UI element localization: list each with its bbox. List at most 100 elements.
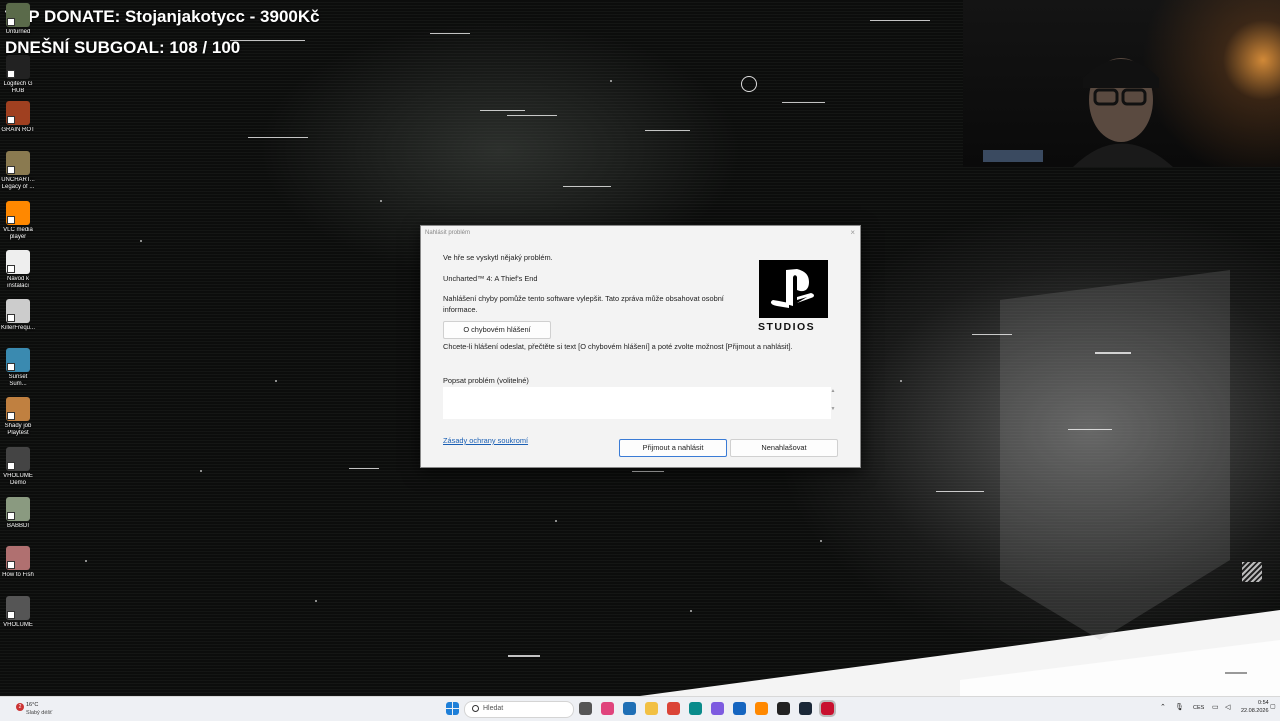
desktop-icon-label: Logitech G: [3, 81, 33, 87]
app-icon: [6, 3, 30, 27]
shortcut-arrow-icon: [7, 18, 15, 26]
language-indicator[interactable]: CES: [1193, 705, 1204, 711]
clock-time[interactable]: 0:54: [1258, 700, 1269, 706]
taskbar-app-icon[interactable]: [799, 702, 812, 715]
close-icon[interactable]: ×: [850, 228, 855, 237]
search-placeholder: Hledat: [483, 705, 504, 712]
desktop-icon-label: GRAIN ROT: [1, 127, 35, 133]
desktop-icon-label: VHOLUME: [3, 622, 33, 628]
taskbar-app-icon[interactable]: [645, 702, 658, 715]
dialog-title: Nahlásit problém: [425, 230, 471, 236]
shortcut-arrow-icon: [7, 70, 15, 78]
webcam-feed: [963, 0, 1280, 167]
desktop-icon[interactable]: Unturned: [1, 3, 35, 36]
volume-icon[interactable]: ◁: [1225, 703, 1230, 711]
desktop-icon-label-line2: HUB: [11, 88, 25, 94]
report-problem-dialog: Nahlásit problém × Ve hře se vyskytl něj…: [420, 225, 861, 468]
app-icon: [6, 397, 30, 421]
shortcut-arrow-icon: [7, 363, 15, 371]
network-icon[interactable]: ▭: [1212, 703, 1219, 711]
taskbar-app-icon[interactable]: [819, 700, 836, 717]
about-report-button[interactable]: O chybovém hlášení: [443, 321, 551, 339]
shortcut-arrow-icon: [7, 314, 15, 322]
desktop-icon[interactable]: Sunset Sum...: [1, 348, 35, 388]
microphone-icon[interactable]: 🎙: [1175, 703, 1184, 711]
app-icon: [6, 348, 30, 372]
app-icon: [6, 546, 30, 570]
shortcut-arrow-icon: [7, 611, 15, 619]
accept-and-report-button[interactable]: Přijmout a nahlásit: [619, 439, 727, 457]
desktop-icon[interactable]: Logitech G HUB: [1, 55, 35, 95]
taskbar-app-icon[interactable]: [777, 702, 790, 715]
app-icon: [6, 596, 30, 620]
clock-date[interactable]: 22.08.2026: [1241, 708, 1269, 714]
app-icon: [6, 250, 30, 274]
taskbar-search-input[interactable]: Hledat: [464, 701, 574, 718]
report-info-text: Nahlášení chyby pomůže tento software vy…: [443, 294, 724, 314]
desktop-icon[interactable]: VHOLUME: [1, 596, 35, 629]
desktop-icon-label: VHOLUME: [3, 473, 33, 479]
shortcut-arrow-icon: [7, 166, 15, 174]
streamer-silhouette: [983, 58, 1173, 167]
top-donate-overlay: TOP DONATE: Stojanjakotycc - 3900Kč: [5, 7, 320, 26]
shortcut-arrow-icon: [7, 116, 15, 124]
taskbar-app-icon[interactable]: [579, 702, 592, 715]
desktop-icon-label-line2: Sum...: [9, 381, 27, 387]
desktop-icon[interactable]: VHOLUME Demo: [1, 447, 35, 487]
desktop-icon[interactable]: Shady job Playtest: [1, 397, 35, 437]
taskbar-app-icon[interactable]: [601, 702, 614, 715]
desktop-icon[interactable]: GRAIN ROT: [1, 101, 35, 134]
loading-cursor-icon: [741, 76, 757, 92]
app-icon: [6, 151, 30, 175]
hatch-pattern-icon: [1242, 562, 1262, 582]
shortcut-arrow-icon: [7, 462, 15, 470]
desktop-icon-label: UNCHART...: [1, 177, 35, 183]
app-icon: [6, 299, 30, 323]
shortcut-arrow-icon: [7, 412, 15, 420]
taskbar: 2 16°C Slabý déšť Hledat ⌃ 🎙 CES ▭ ◁ 0:5…: [0, 696, 1280, 721]
desktop-icon[interactable]: KillerFrequ...: [1, 299, 35, 332]
textarea-scrollbar[interactable]: ▲ ▼: [829, 388, 837, 420]
taskbar-app-icon[interactable]: [623, 702, 636, 715]
error-message: Ve hře se vyskytl nějaký problém.: [443, 253, 553, 262]
describe-problem-input[interactable]: [443, 387, 831, 419]
taskbar-app-icon[interactable]: [689, 702, 702, 715]
desktop-icon-label: KillerFrequ...: [1, 325, 35, 331]
desktop-icon-label-line2: Legacy of ...: [1, 184, 35, 190]
desktop-icon-label: Sunset: [8, 374, 28, 380]
search-icon: [472, 705, 479, 712]
taskbar-app-icon[interactable]: [667, 702, 680, 715]
weather-description: Slabý déšť: [26, 710, 53, 716]
desktop-icon[interactable]: VLC media player: [1, 201, 35, 241]
desktop-icon[interactable]: BABBDI: [1, 497, 35, 530]
desktop-icon[interactable]: Návod k instalaci: [1, 250, 35, 290]
desktop-icon-label-line2: Demo: [9, 480, 26, 486]
taskbar-app-icon[interactable]: [755, 702, 768, 715]
shortcut-arrow-icon: [7, 561, 15, 569]
notification-icon[interactable]: ▢: [1270, 703, 1276, 710]
app-icon: [6, 55, 30, 79]
app-icon: [6, 497, 30, 521]
privacy-policy-link[interactable]: Zásady ochrany soukromí: [443, 436, 528, 445]
desktop-icon-label: VLC media: [3, 227, 33, 233]
do-not-report-button[interactable]: Nenahlašovat: [730, 439, 838, 457]
start-icon[interactable]: [446, 702, 459, 715]
desktop-icon-label: BABBDI: [6, 523, 29, 529]
shortcut-arrow-icon: [7, 216, 15, 224]
desktop-icon-label: Unturned: [5, 29, 31, 35]
tray-chevron-icon[interactable]: ⌃: [1160, 703, 1166, 711]
desktop-icon-label-line2: player: [9, 234, 27, 240]
app-icon: [6, 447, 30, 471]
taskbar-app-icon[interactable]: [733, 702, 746, 715]
game-name: Uncharted™ 4: A Thief's End: [443, 274, 538, 283]
weather-temperature: 16°C: [26, 702, 39, 708]
taskbar-app-icon[interactable]: [711, 702, 724, 715]
desktop-icon[interactable]: UNCHART... Legacy of ...: [1, 151, 35, 191]
shortcut-arrow-icon: [7, 265, 15, 273]
desktop-icon-label: How to Fish: [2, 572, 34, 578]
desktop-icon-label: Návod k: [6, 276, 29, 282]
instruction-text: Chcete-li hlášení odeslat, přečtěte si t…: [443, 342, 793, 351]
desktop-icon[interactable]: How to Fish: [1, 546, 35, 579]
app-icon: [6, 101, 30, 125]
desktop-icon-label: Shady job: [4, 423, 32, 429]
